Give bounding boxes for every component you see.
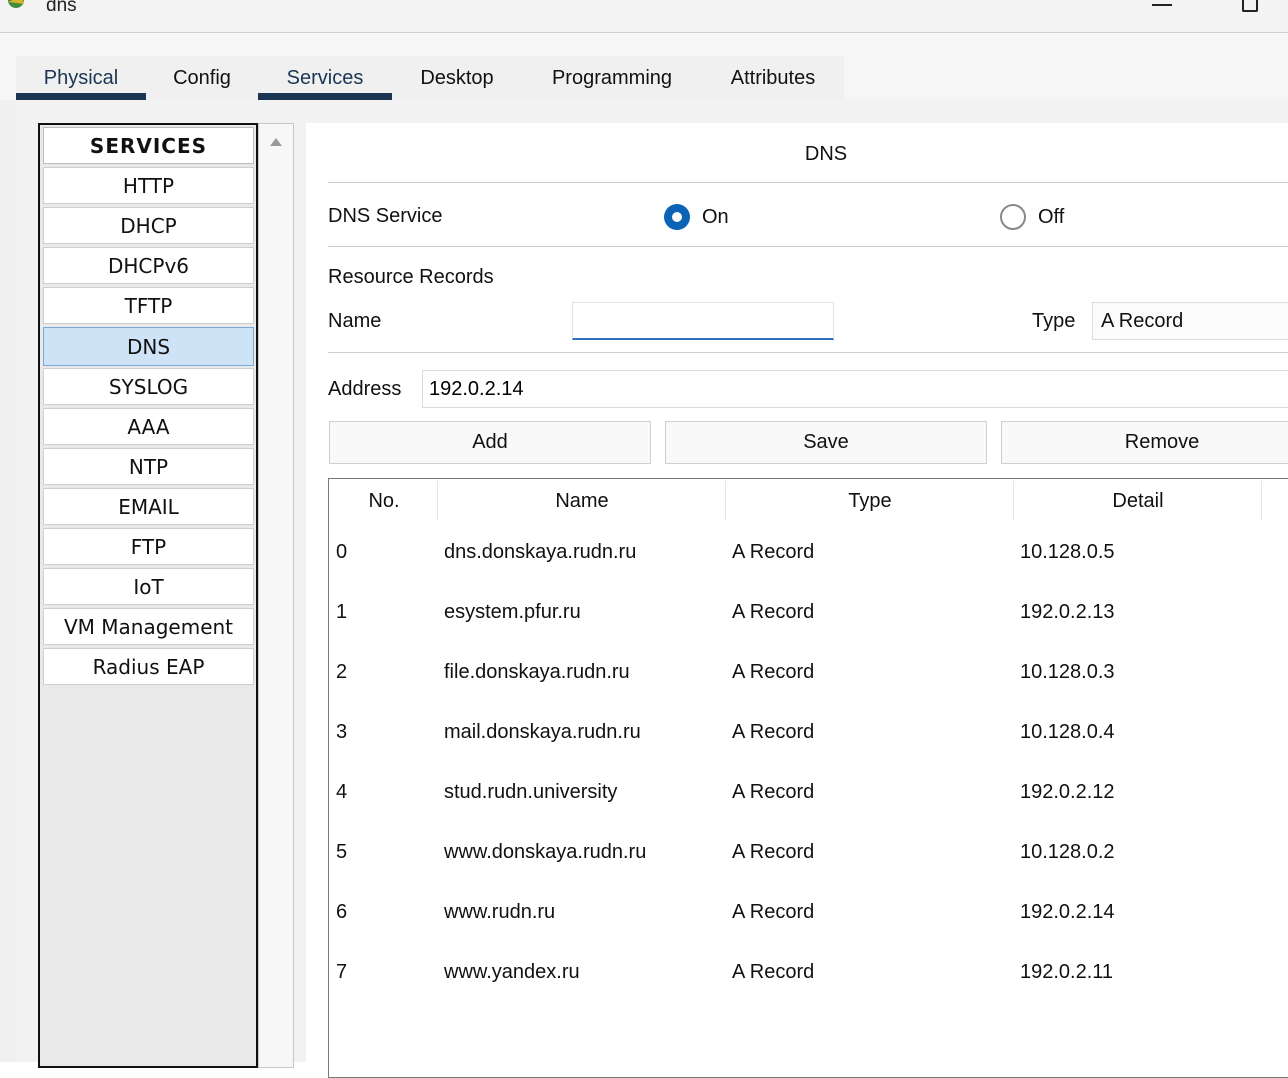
dns-service-label: DNS Service bbox=[328, 205, 443, 227]
address-input[interactable] bbox=[422, 370, 1288, 408]
column-header-type[interactable]: Type bbox=[726, 479, 1014, 523]
service-item-dhcpv6[interactable]: DHCPv6 bbox=[43, 247, 254, 284]
cell-name: www.rudn.ru bbox=[444, 901, 556, 923]
resource-records-label: Resource Records bbox=[328, 266, 494, 288]
cell-no: 0 bbox=[336, 541, 348, 563]
service-item-ftp[interactable]: FTP bbox=[43, 528, 254, 565]
dns-on-label: On bbox=[702, 206, 729, 228]
panel-title: DNS bbox=[804, 143, 848, 165]
cell-detail: 10.128.0.4 bbox=[1020, 721, 1115, 743]
cell-name: www.yandex.ru bbox=[444, 961, 580, 983]
dns-off-label: Off bbox=[1038, 206, 1065, 228]
cell-type: A Record bbox=[732, 721, 815, 743]
minimize-icon[interactable] bbox=[1152, 4, 1172, 6]
service-item-vm-management[interactable]: VM Management bbox=[43, 608, 254, 645]
tab-label: Config bbox=[173, 66, 231, 89]
service-item-ntp[interactable]: NTP bbox=[43, 448, 254, 485]
tab-config[interactable]: Config bbox=[146, 56, 258, 100]
tab-physical[interactable]: Physical bbox=[16, 56, 146, 100]
name-input[interactable] bbox=[572, 302, 834, 340]
divider bbox=[328, 182, 1288, 183]
tab-label: Programming bbox=[551, 66, 673, 89]
tab-bar: Physical Config Services Desktop Program… bbox=[0, 33, 1288, 100]
service-item-syslog[interactable]: SYSLOG bbox=[43, 368, 254, 405]
tab-programming[interactable]: Programming bbox=[522, 56, 702, 100]
cell-detail: 10.128.0.3 bbox=[1020, 661, 1115, 683]
service-item-dhcp[interactable]: DHCP bbox=[43, 207, 254, 244]
cell-name: dns.donskaya.rudn.ru bbox=[444, 541, 637, 563]
cell-detail: 10.128.0.2 bbox=[1020, 841, 1115, 863]
tab-attributes[interactable]: Attributes bbox=[702, 56, 844, 100]
cell-no: 7 bbox=[336, 961, 348, 983]
cell-type: A Record bbox=[732, 841, 815, 863]
records-table bbox=[328, 478, 1288, 1078]
service-item-tftp[interactable]: TFTP bbox=[43, 287, 254, 324]
cell-type: A Record bbox=[732, 661, 815, 683]
tab-services[interactable]: Services bbox=[258, 56, 392, 100]
type-select-value: A Record bbox=[1101, 309, 1184, 332]
service-item-radius-eap[interactable]: Radius EAP bbox=[43, 648, 254, 685]
save-button[interactable]: Save bbox=[665, 421, 987, 464]
cell-no: 5 bbox=[336, 841, 348, 863]
tab-label: Attributes bbox=[730, 66, 816, 89]
tab-label: Services bbox=[286, 66, 364, 89]
name-label: Name bbox=[328, 310, 382, 332]
cell-name: www.donskaya.rudn.ru bbox=[444, 841, 647, 863]
cell-no: 4 bbox=[336, 781, 348, 803]
add-button[interactable]: Add bbox=[329, 421, 651, 464]
cell-name: mail.donskaya.rudn.ru bbox=[444, 721, 641, 743]
tab-label: Desktop bbox=[420, 66, 494, 89]
cell-type: A Record bbox=[732, 541, 815, 563]
app-icon bbox=[4, 0, 34, 14]
cell-detail: 10.128.0.5 bbox=[1020, 541, 1115, 563]
dns-on-radio[interactable] bbox=[664, 204, 690, 230]
cell-type: A Record bbox=[732, 901, 815, 923]
tab-desktop[interactable]: Desktop bbox=[392, 56, 522, 100]
divider bbox=[328, 246, 1288, 247]
service-item-iot[interactable]: IoT bbox=[43, 568, 254, 605]
tab-strip: Physical Config Services Desktop Program… bbox=[16, 56, 844, 100]
service-item-http[interactable]: HTTP bbox=[43, 167, 254, 204]
cell-detail: 192.0.2.12 bbox=[1020, 781, 1115, 803]
cell-no: 3 bbox=[336, 721, 348, 743]
cell-type: A Record bbox=[732, 961, 815, 983]
divider bbox=[328, 352, 1288, 353]
service-item-dns[interactable]: DNS bbox=[43, 327, 254, 366]
maximize-icon[interactable] bbox=[1242, 0, 1258, 12]
column-separator bbox=[1261, 481, 1262, 521]
service-item-aaa[interactable]: AAA bbox=[43, 408, 254, 445]
cell-no: 6 bbox=[336, 901, 348, 923]
cell-type: A Record bbox=[732, 781, 815, 803]
column-header-no[interactable]: No. bbox=[330, 479, 438, 523]
remove-button[interactable]: Remove bbox=[1001, 421, 1288, 464]
window-title: dns bbox=[46, 0, 77, 16]
cell-type: A Record bbox=[732, 601, 815, 623]
column-header-name[interactable]: Name bbox=[438, 479, 726, 523]
cell-detail: 192.0.2.14 bbox=[1020, 901, 1115, 923]
cell-detail: 192.0.2.13 bbox=[1020, 601, 1115, 623]
service-item-email[interactable]: EMAIL bbox=[43, 488, 254, 525]
cell-no: 2 bbox=[336, 661, 348, 683]
window-titlebar: dns bbox=[0, 0, 1288, 33]
services-scrollbar[interactable] bbox=[258, 123, 294, 1068]
scroll-up-icon[interactable] bbox=[270, 138, 282, 146]
cell-name: esystem.pfur.ru bbox=[444, 601, 581, 623]
tab-label: Physical bbox=[43, 66, 119, 89]
address-label: Address bbox=[328, 378, 402, 400]
cell-detail: 192.0.2.11 bbox=[1020, 961, 1114, 983]
cell-no: 1 bbox=[336, 601, 348, 623]
services-header: SERVICES bbox=[43, 127, 254, 164]
cell-name: file.donskaya.rudn.ru bbox=[444, 661, 630, 683]
cell-name: stud.rudn.university bbox=[444, 781, 618, 803]
type-select[interactable]: A Record bbox=[1092, 302, 1288, 340]
column-header-detail[interactable]: Detail bbox=[1014, 479, 1262, 523]
type-label: Type bbox=[1032, 310, 1076, 332]
dns-off-radio[interactable] bbox=[1000, 204, 1026, 230]
